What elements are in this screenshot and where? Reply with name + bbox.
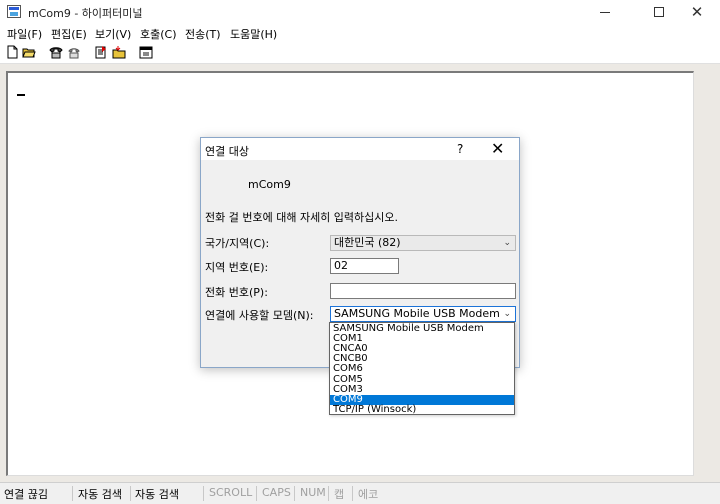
modem-label: 연결에 사용할 모뎀(N): (205, 309, 314, 322)
status-separator (256, 486, 257, 501)
country-select[interactable]: 대한민국 (82) ⌄ (330, 235, 516, 251)
minimize-button[interactable] (582, 0, 628, 24)
vertical-scrollbar[interactable] (697, 71, 714, 476)
status-separator (294, 486, 295, 501)
menu-edit[interactable]: 편집(E) (51, 26, 87, 42)
area-code-label: 지역 번호(E): (205, 261, 269, 274)
country-label: 국가/지역(C): (205, 237, 270, 250)
modem-option[interactable]: TCP/IP (Winsock) (330, 404, 514, 415)
status-bar: 연결 끊김 자동 검색 자동 검색 SCROLL CAPS NUM 캡 에코 (0, 482, 720, 504)
call-icon[interactable] (49, 45, 63, 59)
status-capture: 캡 (334, 488, 345, 501)
window-title: mCom9 - 하이퍼터미널 (28, 7, 143, 20)
status-caps: CAPS (262, 486, 291, 499)
close-window-button[interactable]: ✕ (674, 0, 720, 24)
new-file-icon[interactable] (5, 45, 19, 59)
menu-help[interactable]: 도움말(H) (230, 26, 277, 42)
status-echo: 에코 (358, 488, 379, 501)
toolbar (0, 42, 720, 64)
connection-name: mCom9 (248, 178, 291, 191)
hyperterminal-app-icon (7, 5, 21, 18)
receive-icon[interactable] (112, 45, 126, 59)
text-cursor (17, 94, 25, 96)
status-separator (352, 486, 353, 501)
modem-select[interactable]: SAMSUNG Mobile USB Modem ⌄ (330, 306, 516, 322)
modem-dropdown-list: SAMSUNG Mobile USB Modem COM1 CNCA0 CNCB0 CO… (329, 322, 515, 415)
send-icon[interactable] (94, 45, 108, 59)
window-titlebar: mCom9 - 하이퍼터미널 ✕ (0, 0, 720, 24)
open-folder-icon[interactable] (22, 45, 36, 59)
status-separator (203, 486, 204, 501)
phone-number-label: 전화 번호(P): (205, 286, 268, 299)
minimize-icon (600, 11, 610, 13)
status-scroll: SCROLL (209, 486, 253, 499)
status-num: NUM (300, 486, 326, 499)
area-code-input[interactable]: 02 (330, 258, 399, 274)
chevron-down-icon: ⌄ (503, 309, 511, 319)
modem-option[interactable]: COM5 (330, 374, 514, 385)
menu-call[interactable]: 호출(C) (140, 26, 177, 42)
menu-file[interactable]: 파일(F) (7, 26, 42, 42)
modem-option[interactable]: COM6 (330, 364, 514, 374)
properties-icon[interactable] (139, 45, 153, 59)
phone-number-input[interactable] (330, 283, 516, 299)
status-detect-format: 자동 검색 (135, 488, 179, 501)
status-separator (328, 486, 329, 501)
dialog-titlebar: 연결 대상 ? ✕ (201, 138, 519, 160)
status-connection: 연결 끊김 (4, 488, 48, 501)
status-separator (130, 486, 131, 501)
status-separator (72, 486, 73, 501)
maximize-icon (654, 7, 664, 17)
chevron-down-icon: ⌄ (503, 238, 511, 248)
dialog-prompt: 전화 걸 번호에 대해 자세히 입력하십시오. (205, 211, 399, 224)
dialog-help-button[interactable]: ? (457, 142, 463, 156)
dialog-title: 연결 대상 (205, 145, 249, 158)
country-select-value: 대한민국 (82) (334, 236, 401, 249)
disconnect-icon[interactable] (67, 45, 81, 59)
status-detect-speed: 자동 검색 (78, 488, 122, 501)
menu-view[interactable]: 보기(V) (95, 26, 131, 42)
modem-select-value: SAMSUNG Mobile USB Modem (334, 307, 500, 320)
menu-transfer[interactable]: 전송(T) (185, 26, 221, 42)
dialog-close-button[interactable]: ✕ (491, 139, 504, 158)
menu-bar: 파일(F) 편집(E) 보기(V) 호출(C) 전송(T) 도움말(H) (0, 24, 720, 42)
